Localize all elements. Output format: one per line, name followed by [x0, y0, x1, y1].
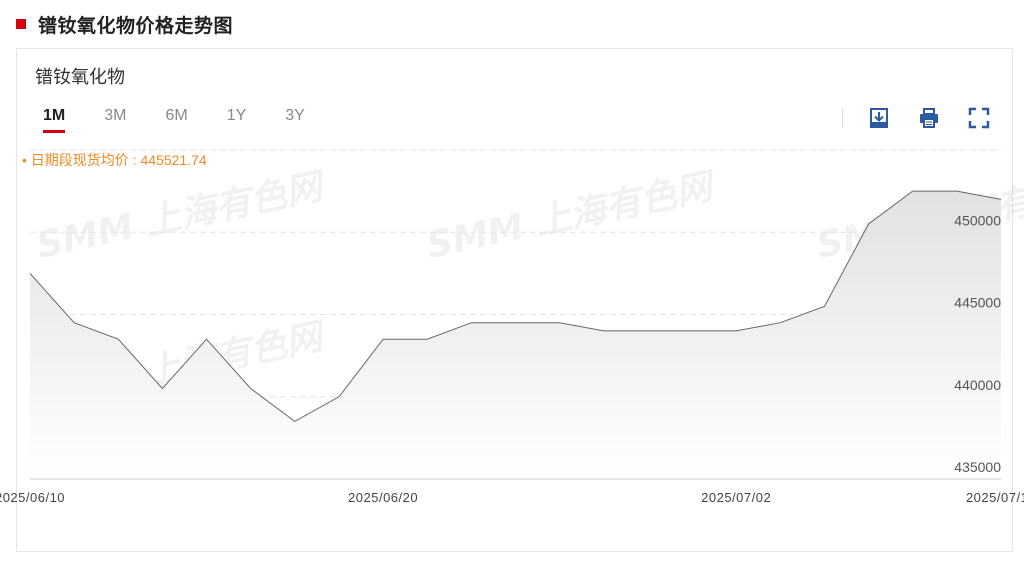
x-tick-label: 2025/06/10 — [0, 490, 65, 505]
y-tick-label: 450000 — [954, 212, 1001, 228]
x-axis-ticks: 2025/06/10 2025/06/20 2025/07/02 2025/07/10 — [0, 490, 1024, 505]
x-tick-label: 2025/07/02 — [701, 490, 771, 505]
x-tick-label: 2025/06/20 — [348, 490, 418, 505]
watermark-text: SMM 上海有色网 — [423, 165, 720, 266]
average-price-label: • 日期段现货均价 : 445521.74 — [22, 152, 207, 168]
y-tick-label: 440000 — [954, 377, 1001, 393]
y-tick-label: 445000 — [954, 295, 1001, 311]
watermark-text: SMM 上海有色网 — [33, 165, 330, 266]
x-tick-label: 2025/07/10 — [966, 490, 1024, 505]
y-tick-label: 435000 — [954, 459, 1001, 475]
price-chart: SMM 上海有色网SMM 上海有色网SMM 上海有色网SMM 上海有色网 435… — [0, 149, 1024, 505]
